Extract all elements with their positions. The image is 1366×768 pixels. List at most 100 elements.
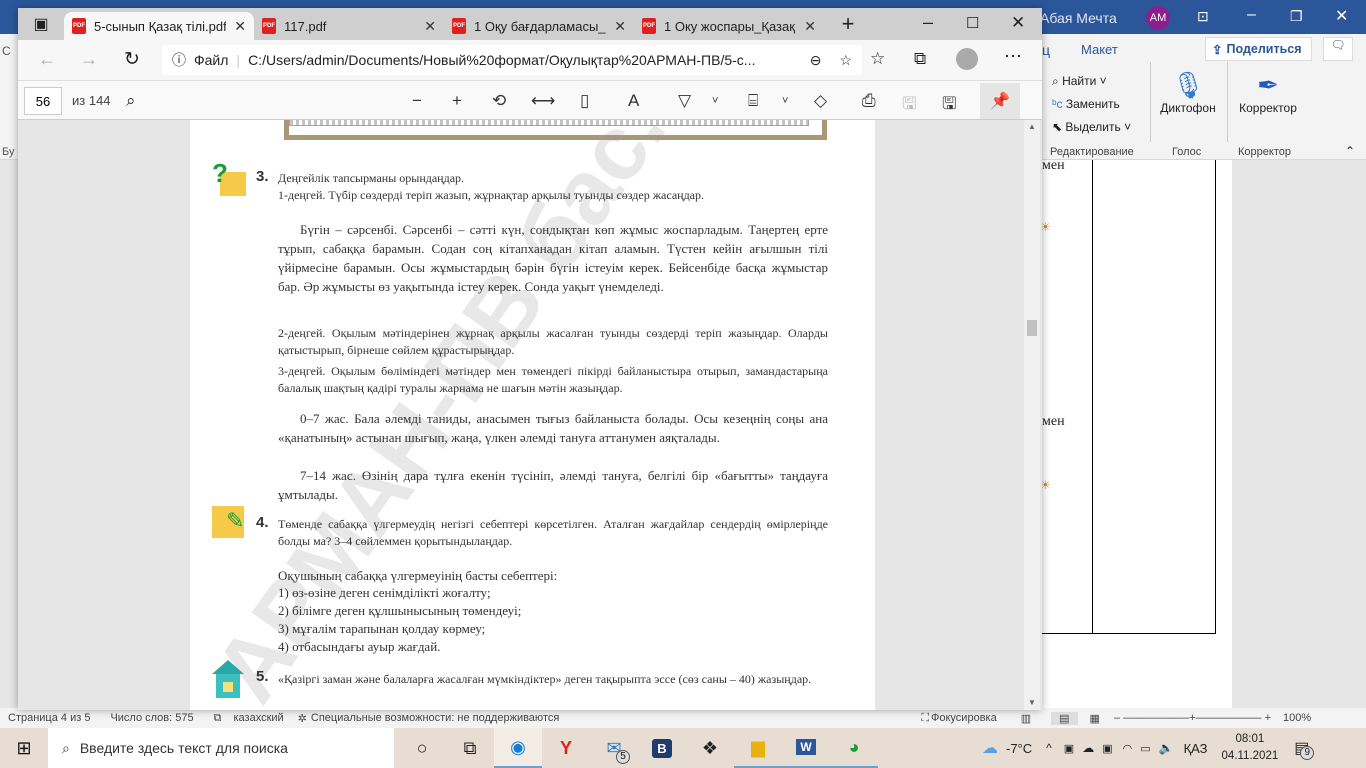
input-language[interactable]: ҚАЗ — [1184, 741, 1208, 756]
start-button[interactable]: ⊞ — [0, 728, 48, 768]
doc-table-cell — [1092, 160, 1216, 634]
zoom-out-button[interactable]: − — [412, 91, 422, 111]
collapse-ribbon-icon[interactable]: ⌃ — [1345, 144, 1355, 158]
profile-avatar[interactable] — [956, 48, 978, 70]
onedrive-icon[interactable]: ☁ — [1082, 741, 1094, 755]
weather-temp[interactable]: -7°C — [1006, 741, 1032, 756]
task-view-icon[interactable]: ⧉ — [446, 728, 494, 768]
weather-icon[interactable]: ☁ — [982, 738, 998, 758]
wifi-icon[interactable]: ◠ — [1123, 742, 1133, 755]
page-view-icon[interactable]: ▯ — [580, 91, 589, 111]
read-mode-icon[interactable]: ▥ — [1021, 712, 1031, 725]
table-row-fragment — [289, 120, 809, 126]
tab[interactable]: PDF 1 Оқу бағдарламасы_Қазақ ✕ — [444, 12, 634, 40]
close-button[interactable]: ✕ — [1011, 13, 1025, 33]
close-tab-icon[interactable]: ✕ — [424, 18, 436, 35]
pin-toolbar-icon[interactable]: 📌 — [980, 83, 1020, 119]
clock[interactable]: 08:01 04.11.2021 — [1222, 731, 1279, 765]
new-tab-button[interactable]: + — [824, 8, 872, 40]
page-number-input[interactable] — [24, 87, 62, 115]
dictate-label: Диктофон — [1160, 101, 1216, 115]
editor-button[interactable]: ✒ Корректор — [1236, 70, 1300, 115]
scrollbar-thumb[interactable] — [1027, 320, 1037, 336]
edge-icon[interactable]: ◉ — [494, 728, 542, 768]
draw-dropdown-icon[interactable]: ˅ — [712, 95, 718, 107]
comments-icon[interactable]: 🗨 — [1323, 37, 1353, 61]
status-language[interactable]: казахский — [233, 712, 283, 724]
back-button[interactable]: ← — [38, 49, 56, 70]
collections-icon[interactable]: ⧉ — [914, 49, 926, 69]
yandex-icon[interactable]: Y — [542, 728, 590, 768]
read-aloud-icon[interactable]: A — [628, 91, 639, 111]
focus-button[interactable]: Фокусировка — [931, 712, 997, 724]
minimize-button[interactable]: – — [923, 12, 933, 33]
print-layout-icon[interactable]: ▤ — [1051, 711, 1078, 725]
meet-now-icon[interactable]: ▣ — [1064, 742, 1074, 755]
proofing-icon[interactable]: ⧉ — [214, 712, 222, 725]
tab-active[interactable]: PDF 5-сынып Қазақ тілі.pdf ✕ — [64, 12, 254, 40]
rotate-icon[interactable]: ⟲ — [492, 91, 506, 111]
tab-partial[interactable]: ц — [1042, 42, 1050, 58]
fit-width-icon[interactable]: ⟷ — [531, 91, 555, 111]
cortana-icon[interactable]: ○ — [398, 728, 446, 768]
close-tab-icon[interactable]: ✕ — [614, 18, 626, 35]
restore-button[interactable]: ❐ — [1290, 8, 1303, 25]
save-icon[interactable]: 🖫 — [902, 91, 916, 120]
select-button[interactable]: ⬉ Выделить ˅ — [1052, 116, 1131, 139]
draw-icon[interactable]: ▽ — [678, 91, 691, 111]
sync-icon[interactable]: ▣ — [1102, 742, 1112, 755]
maximize-button[interactable]: ☐ — [966, 14, 979, 32]
save-as-icon[interactable]: 🖫 — [942, 91, 956, 120]
tab[interactable]: PDF 117.pdf ✕ — [254, 12, 444, 40]
scroll-down-icon[interactable]: ▼ — [1028, 698, 1036, 707]
taskbar-search-input[interactable]: ⌕ Введите здесь текст для поиска — [48, 728, 394, 768]
volume-icon[interactable]: 🔈 — [1159, 741, 1174, 755]
add-favorite-icon[interactable]: ☆ — [839, 52, 852, 69]
close-tab-icon[interactable]: ✕ — [804, 18, 816, 35]
mail-icon[interactable]: ✉ 5 — [590, 728, 638, 768]
print-icon[interactable]: ⎙ — [862, 91, 876, 111]
word-icon[interactable]: W — [782, 728, 830, 768]
show-hidden-icons[interactable]: ^ — [1046, 741, 1052, 755]
status-words[interactable]: Число слов: 575 — [110, 712, 193, 724]
highlight-dropdown-icon[interactable]: ˅ — [782, 95, 788, 107]
microphone-icon: 🎙 — [1171, 70, 1205, 100]
b-app-icon[interactable]: B — [638, 728, 686, 768]
tab-layout[interactable]: Макет — [1081, 42, 1118, 57]
task-number: 3. — [256, 168, 269, 185]
eraser-icon[interactable]: ◇ — [814, 91, 827, 111]
zoom-in-button[interactable]: + — [452, 91, 462, 111]
minimize-button[interactable]: – — [1247, 6, 1256, 24]
battery-icon[interactable]: ▭ — [1140, 742, 1150, 755]
highlight-icon[interactable]: ⌸ — [748, 91, 758, 111]
zoom-slider[interactable]: – ——————+—————— + — [1114, 712, 1271, 724]
favorites-icon[interactable]: ☆ — [870, 49, 885, 69]
tab[interactable]: PDF 1 Оку жоспары_Қазақ тілі ✕ — [634, 12, 824, 40]
search-icon[interactable]: ⌕ — [126, 91, 136, 111]
replace-button[interactable]: ᵇc Заменить — [1052, 93, 1131, 116]
status-accessibility[interactable]: Специальные возможности: не поддерживают… — [311, 712, 559, 724]
dropbox-icon[interactable]: ❖ — [686, 728, 734, 768]
scroll-up-icon[interactable]: ▲ — [1028, 122, 1036, 131]
web-layout-icon[interactable]: ▦ — [1090, 712, 1100, 725]
url-input[interactable]: ⓘ Файл | C:/Users/admin/Documents/Новый%… — [162, 45, 862, 75]
forward-button[interactable]: → — [80, 49, 98, 70]
dictate-button[interactable]: 🎙 Диктофон — [1158, 70, 1218, 115]
chrome-icon[interactable]: ◕ — [830, 728, 878, 768]
close-tab-icon[interactable]: ✕ — [234, 18, 246, 35]
more-menu-icon[interactable]: ⋯ — [1004, 46, 1022, 67]
vertical-scrollbar[interactable]: ▲ ▼ — [1024, 120, 1040, 710]
avatar[interactable]: AM — [1146, 6, 1170, 30]
notifications-icon[interactable]: ▤9 — [1294, 738, 1315, 760]
close-button[interactable]: ✕ — [1335, 6, 1348, 26]
status-page[interactable]: Страница 4 из 5 — [8, 712, 90, 724]
ribbon-display-icon[interactable]: ⊡ — [1197, 8, 1209, 25]
file-explorer-icon[interactable]: ▆ — [734, 728, 782, 768]
find-button[interactable]: ⌕ Найти ˅ — [1052, 70, 1131, 93]
tab-actions-icon[interactable]: ▣ — [18, 8, 64, 40]
refresh-button[interactable]: ↻ — [124, 48, 140, 71]
zoom-level[interactable]: 100% — [1283, 712, 1311, 724]
zoom-out-icon[interactable]: ⊖ — [810, 52, 822, 69]
tab-bar: ▣ PDF 5-сынып Қазақ тілі.pdf ✕ PDF 117.pdf ✕… — [18, 8, 1042, 40]
share-button[interactable]: ⇪ Поделиться — [1205, 37, 1312, 61]
